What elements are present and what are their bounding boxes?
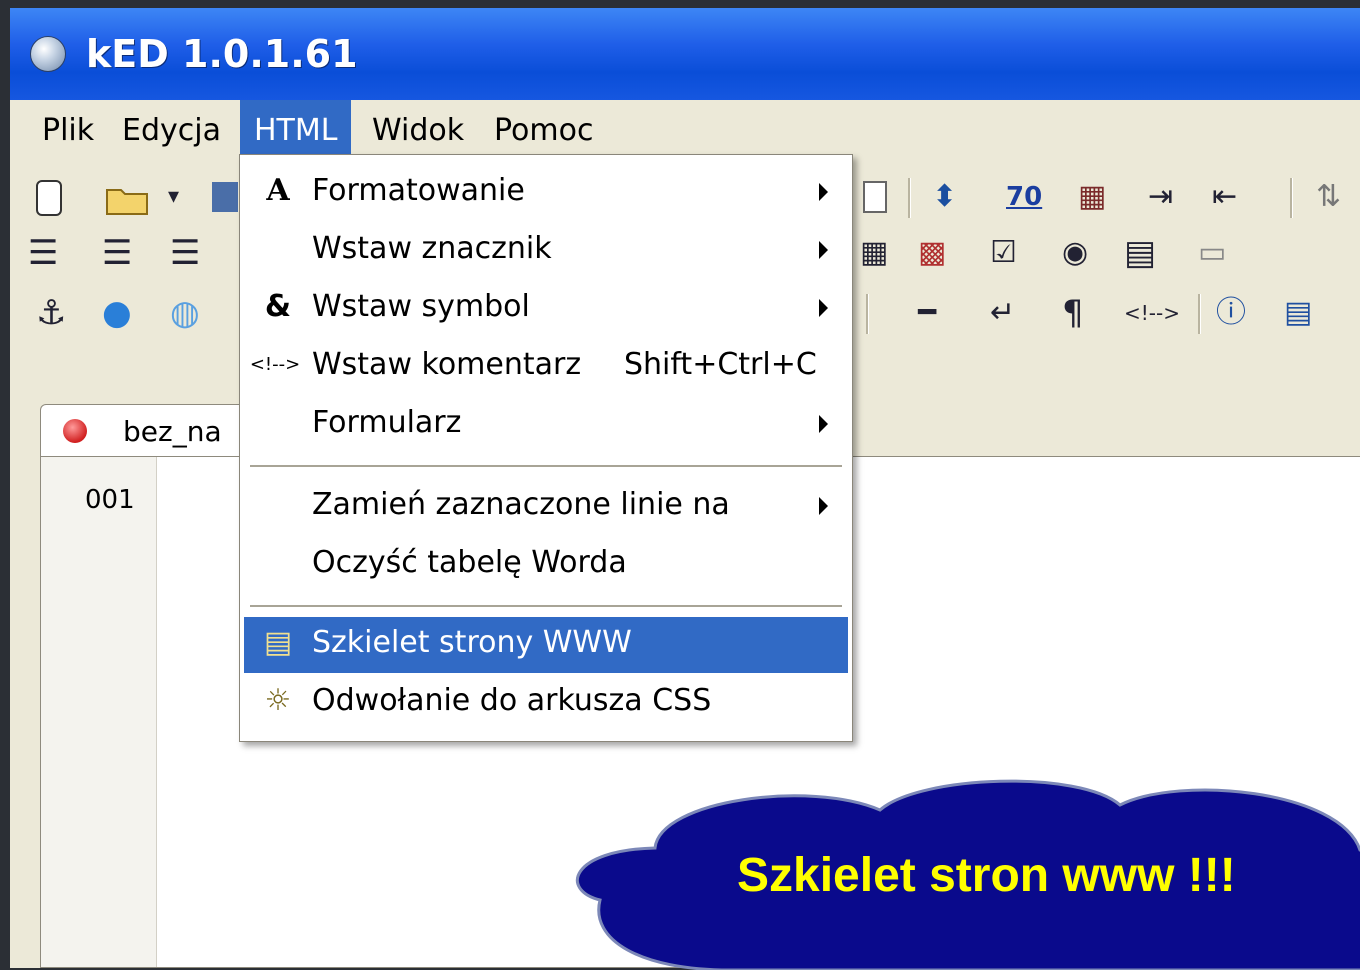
indent-icon[interactable]: ⇥ [1148,168,1173,226]
font-size-icon[interactable]: ⬍ [932,168,957,226]
menu-item-formularz[interactable]: Formularz [244,397,848,453]
menu-item-oczysc-tabele[interactable]: Oczyść tabelę Worda [244,537,848,593]
ampersand-icon: & [264,289,292,324]
menu-edycja[interactable]: Edycja [108,100,235,162]
line-number: 001 [85,485,135,515]
menu-item-arkusz-css[interactable]: ☼ Odwołanie do arkusza CSS [244,675,848,731]
menu-separator [250,605,842,608]
menu-item-label: Odwołanie do arkusza CSS [312,683,712,718]
paragraph-icon[interactable]: ¶ [1062,284,1084,342]
tab-label: bez_na [123,415,222,448]
menu-item-label: Wstaw symbol [312,289,530,324]
title-bar[interactable]: kED 1.0.1.61 [10,8,1360,100]
window-title: kED 1.0.1.61 [86,32,358,76]
textarea-icon[interactable]: ▤ [1124,224,1156,282]
input-field-icon[interactable]: ▭ [1198,224,1226,282]
image-icon[interactable]: ◍ [170,284,200,342]
menu-item-label: Formatowanie [312,173,525,208]
sort-icon[interactable]: ⇅ [1316,168,1341,226]
menu-pomoc[interactable]: Pomoc [480,100,607,162]
frame-icon[interactable]: ▩ [918,224,946,282]
toolbar-separator [866,294,869,334]
info-icon[interactable]: ⓘ [1216,284,1246,342]
menu-item-label: Zamień zaznaczone linie na [312,487,730,522]
comment-icon: <!--> [249,354,301,375]
menu-separator [250,465,842,468]
menu-item-wstaw-komentarz[interactable]: <!--> Wstaw komentarz Shift+Ctrl+C [244,339,848,395]
align-left-icon[interactable]: ☰ [28,224,58,282]
menu-bar: Plik Edycja HTML Widok Pomoc [10,100,1360,162]
line-gutter: 001 [41,457,157,967]
menu-html[interactable]: HTML [240,100,352,162]
menu-item-szkielet-strony[interactable]: ▤ Szkielet strony WWW [244,617,848,673]
callout-text: Szkielet stron www !!! [737,849,1236,902]
menu-item-label: Oczyść tabelę Worda [312,545,627,580]
globe-link-icon[interactable]: ● [102,284,132,342]
menu-item-shortcut: Shift+Ctrl+C [624,347,817,382]
number-list-icon[interactable]: ▦ [1078,168,1106,226]
html-menu-dropdown: A Formatowanie Wstaw znacznik & Wstaw sy… [239,154,853,742]
toolbar-separator [908,178,911,218]
menu-item-wstaw-znacznik[interactable]: Wstaw znacznik [244,223,848,279]
align-center-icon[interactable]: ☰ [102,224,132,282]
menu-widok[interactable]: Widok [358,100,478,162]
submenu-arrow-icon [819,299,828,317]
horizontal-rule-icon[interactable]: ━ [918,284,936,342]
menu-item-zamien-linie[interactable]: Zamień zaznaczone linie na [244,479,848,535]
submenu-arrow-icon [819,241,828,259]
menu-item-label: Szkielet strony WWW [312,625,632,660]
font-a-icon: A [266,173,290,208]
comment-button[interactable]: <!--> [1124,284,1180,342]
submenu-arrow-icon [819,183,828,201]
anchor-icon[interactable]: ⚓ [36,284,66,342]
menu-item-formatowanie[interactable]: A Formatowanie [244,165,848,221]
toolbar-separator [1290,178,1293,218]
menu-item-label: Formularz [312,405,462,440]
modified-icon [63,419,87,443]
list-panel-icon[interactable]: ▤ [1284,284,1312,342]
menu-item-wstaw-symbol[interactable]: & Wstaw symbol [244,281,848,337]
menu-item-label: Wstaw komentarz [312,347,582,382]
table-icon[interactable]: ▦ [860,224,888,282]
menu-item-label: Wstaw znacznik [312,231,552,266]
menu-plik[interactable]: Plik [28,100,108,162]
page-skeleton-icon: ▤ [263,625,293,660]
line-break-icon[interactable]: ↵ [990,284,1015,342]
toolbar-separator [1198,294,1201,334]
app-icon [30,36,66,72]
outdent-icon[interactable]: ⇤ [1212,168,1237,226]
align-right-icon[interactable]: ☰ [170,224,200,282]
checkbox-icon[interactable]: ☑ [990,224,1017,282]
radio-icon[interactable]: ◉ [1062,224,1088,282]
css-sheet-icon: ☼ [264,683,292,718]
open-dropdown-icon[interactable]: ▾ [168,168,179,226]
numeric-button[interactable]: 70 [1006,168,1042,226]
submenu-arrow-icon [819,415,828,433]
submenu-arrow-icon [819,497,828,515]
